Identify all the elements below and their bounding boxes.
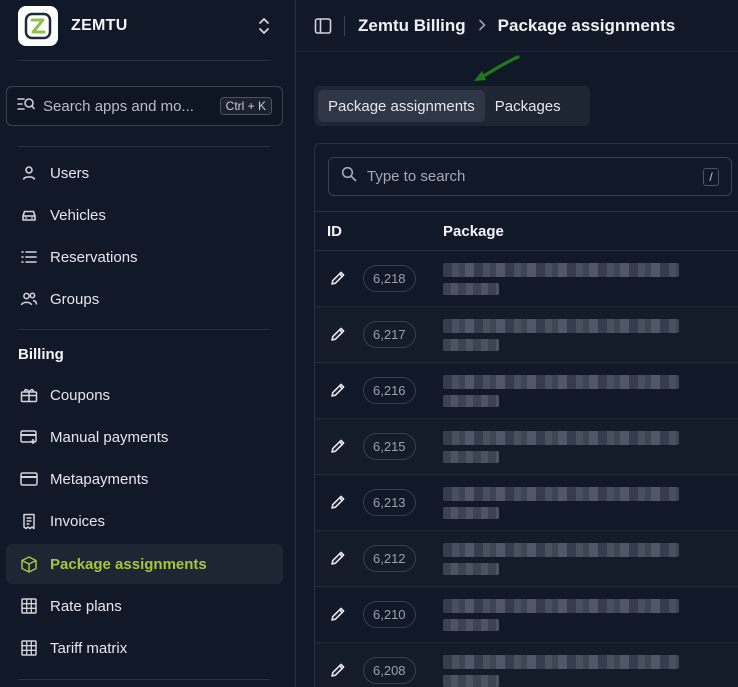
table-row[interactable]: 6,217 [315,307,738,363]
credit-card-icon [20,470,38,488]
pencil-icon[interactable] [329,661,347,679]
column-header-id[interactable]: ID [327,223,342,240]
row-id-badge: 6,216 [363,377,416,404]
nav-item-manual-payments[interactable]: Manual payments [6,417,283,457]
column-header-package[interactable]: Package [443,223,504,240]
grid-icon [20,639,38,657]
app-root: ZEMTU Search apps and mo... Ctrl + K Use… [0,0,738,687]
nav-item-label: Groups [50,290,100,308]
nav-item-label: Metapayments [50,470,149,488]
billing-section-title: Billing [18,346,64,363]
nav-item-rate-plans[interactable]: Rate plans [6,586,283,626]
table-row[interactable]: 6,218 [315,251,738,307]
nav-item-reservations[interactable]: Reservations [6,237,283,277]
package-name-redacted [443,651,693,687]
nav-item-label: Tariff matrix [50,639,128,657]
divider [18,146,270,147]
top-bar: Zemtu Billing Package assignments [296,0,738,52]
row-id-badge: 6,212 [363,545,416,572]
package-name-redacted [443,259,693,299]
nav-item-coupons[interactable]: Coupons [6,375,283,415]
nav-item-label: Vehicles [50,206,106,224]
chevron-up-down-icon[interactable] [254,16,274,36]
row-id-badge: 6,215 [363,433,416,460]
pencil-icon[interactable] [329,269,347,287]
package-name-redacted [443,483,693,523]
search-shortcut-badge: Ctrl + K [219,97,272,115]
package-name-redacted [443,315,693,355]
search-shortcut-badge: / [703,167,719,186]
package-name-redacted [443,427,693,467]
divider [344,16,345,36]
view-tabs: Package assignments Packages [314,86,590,126]
annotation-arrow-icon [474,55,520,81]
table-search-input[interactable]: Type to search / [328,157,732,196]
package-assignments-table: Type to search / ID Package 6,218 6,217 6,… [314,143,738,687]
breadcrumb-current: Package assignments [497,16,676,35]
divider [18,329,270,330]
package-name-redacted [443,595,693,635]
package-icon [20,555,38,573]
zemtu-logo-icon [18,6,58,46]
pencil-icon[interactable] [329,605,347,623]
pencil-icon[interactable] [329,381,347,399]
table-row[interactable]: 6,212 [315,531,738,587]
nav-item-package-assignments[interactable]: Package assignments [6,544,283,584]
row-id-badge: 6,217 [363,321,416,348]
row-id-badge: 6,208 [363,657,416,684]
pencil-icon[interactable] [329,549,347,567]
nav-item-label: Coupons [50,386,111,404]
chevron-right-icon [478,16,486,36]
nav-item-groups[interactable]: Groups [6,279,283,319]
nav-item-users[interactable]: Users [6,153,283,193]
table-row[interactable]: 6,216 [315,363,738,419]
divider [18,60,270,61]
search-icon [341,166,357,187]
pencil-icon[interactable] [329,325,347,343]
sidebar-toggle-icon[interactable] [314,17,332,35]
nav-item-label: Invoices [50,512,106,530]
brand-name: ZEMTU [71,17,128,34]
nav-item-tariff-matrix[interactable]: Tariff matrix [6,628,283,668]
table-row[interactable]: 6,213 [315,475,738,531]
row-id-badge: 6,213 [363,489,416,516]
nav-item-invoices[interactable]: Invoices [6,501,283,541]
nav-item-vehicles[interactable]: Vehicles [6,195,283,235]
row-id-badge: 6,210 [363,601,416,628]
table-search-placeholder: Type to search [367,168,466,185]
card-plus-icon [20,428,38,446]
search-placeholder: Search apps and mo... [43,97,194,115]
tab-packages[interactable]: Packages [485,90,571,122]
car-icon [20,206,38,224]
nav-item-label: Manual payments [50,428,169,446]
grid-icon [20,597,38,615]
gift-icon [20,386,38,404]
divider [18,679,270,680]
breadcrumb-parent[interactable]: Zemtu Billing [358,16,466,36]
table-row[interactable]: 6,215 [315,419,738,475]
list-icon [20,248,38,266]
receipt-icon [20,512,38,530]
table-row[interactable]: 6,208 [315,643,738,687]
nav-item-label: Reservations [50,248,138,266]
package-name-redacted [443,371,693,411]
breadcrumb: Zemtu Billing Package assignments [358,16,675,36]
tab-package-assignments[interactable]: Package assignments [318,90,485,122]
nav-item-label: Rate plans [50,597,122,615]
table-row[interactable]: 6,210 [315,587,738,643]
pencil-icon[interactable] [329,437,347,455]
app-search-input[interactable]: Search apps and mo... Ctrl + K [6,86,283,126]
search-list-icon [17,96,35,117]
pencil-icon[interactable] [329,493,347,511]
row-id-badge: 6,218 [363,265,416,292]
nav-item-metapayments[interactable]: Metapayments [6,459,283,499]
nav-item-label: Package assignments [50,555,207,573]
package-name-redacted [443,539,693,579]
sidebar: ZEMTU Search apps and mo... Ctrl + K Use… [0,0,296,687]
nav-item-label: Users [50,164,90,182]
user-icon [20,164,38,182]
users-icon [20,290,38,308]
table-header: ID Package [315,211,738,251]
brand-switcher[interactable]: ZEMTU [18,6,280,46]
